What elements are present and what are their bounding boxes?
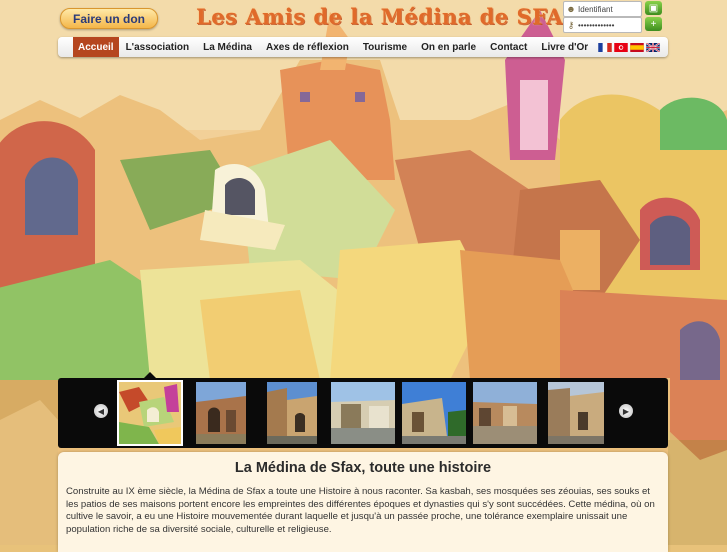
page-title: La Médina de Sfax, toute une histoire	[234, 460, 492, 476]
nav-item-medina[interactable]: La Médina	[196, 37, 259, 57]
nav-item-contact[interactable]: Contact	[483, 37, 534, 57]
key-icon: ⚷	[567, 19, 575, 30]
language-flags	[598, 42, 668, 52]
carousel-thumbnail[interactable]	[548, 382, 604, 444]
username-field[interactable]: ☻ Identifiant	[563, 1, 642, 17]
nav-item-on-en-parle[interactable]: On en parle	[414, 37, 483, 57]
fr-flag-icon[interactable]	[598, 42, 612, 52]
carousel-thumbnail[interactable]	[473, 382, 537, 444]
nav-item-livre-dor[interactable]: Livre d'Or	[534, 37, 595, 57]
login-lock-icon[interactable]: ▣	[645, 1, 662, 15]
carousel-thumbnail[interactable]	[331, 382, 395, 444]
password-value: •••••••••••••	[578, 20, 615, 30]
main-nav: Accueil L'association La Médina Axes de …	[58, 37, 668, 57]
content-panel: La Médina de Sfax, toute une histoire Co…	[58, 452, 668, 552]
image-carousel: ◀ ▶	[58, 378, 668, 448]
carousel-thumbnail[interactable]	[117, 380, 183, 446]
login-box: ☻ Identifiant ⚷ ••••••••••••• ▣ +	[563, 1, 663, 34]
arrow-right-icon[interactable]: ▶	[619, 404, 633, 418]
carousel-thumbnail[interactable]	[196, 382, 246, 444]
add-user-icon[interactable]: +	[645, 17, 662, 31]
donate-button[interactable]: Faire un don	[60, 8, 158, 29]
arrow-left-icon[interactable]: ◀	[94, 404, 108, 418]
username-placeholder: Identifiant	[578, 4, 613, 14]
nav-item-tourisme[interactable]: Tourisme	[356, 37, 414, 57]
es-flag-icon[interactable]	[630, 42, 644, 52]
carousel-thumbnail[interactable]	[267, 382, 317, 444]
carousel-thumbnail[interactable]	[402, 382, 466, 444]
tn-flag-icon[interactable]	[614, 42, 628, 52]
intro-paragraph: Construite au IX ème siècle, la Médina d…	[66, 486, 655, 535]
site-title: Les Amis de la Médina de SFAX	[196, 4, 580, 29]
nav-item-accueil[interactable]: Accueil	[73, 37, 119, 57]
password-field[interactable]: ⚷ •••••••••••••	[563, 17, 642, 33]
user-icon: ☻	[566, 4, 576, 14]
nav-item-axes[interactable]: Axes de réflexion	[259, 37, 356, 57]
uk-flag-icon[interactable]	[646, 42, 660, 52]
nav-item-association[interactable]: L'association	[119, 37, 197, 57]
